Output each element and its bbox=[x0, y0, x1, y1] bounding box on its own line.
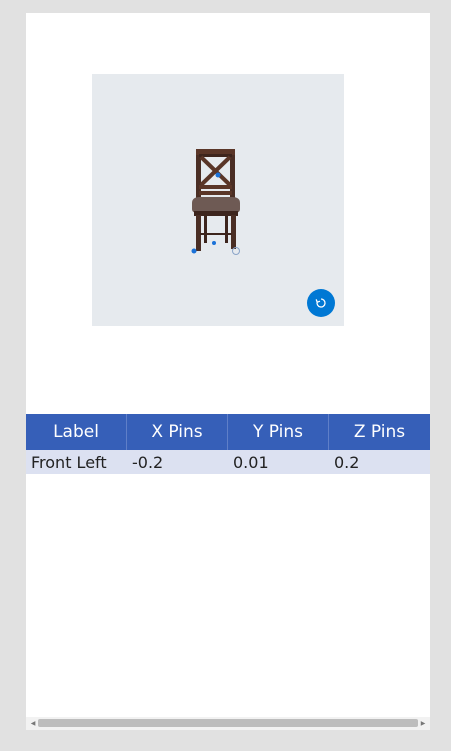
cell-label: Front Left bbox=[31, 452, 107, 472]
cell-y-pins: 0.01 bbox=[233, 452, 269, 472]
column-header-y-pins[interactable]: Y Pins bbox=[228, 414, 329, 450]
pin-marker bbox=[215, 172, 221, 178]
cell-z-pins: 0.2 bbox=[334, 452, 360, 472]
arrow-left-icon[interactable]: ◀ bbox=[29, 719, 37, 728]
app-canvas: Label X Pins Y Pins Z Pins Front Left -0… bbox=[26, 13, 430, 730]
column-header-z-pins[interactable]: Z Pins bbox=[329, 414, 430, 450]
column-header-label[interactable]: Label bbox=[26, 414, 127, 450]
arrow-right-icon[interactable]: ▶ bbox=[419, 719, 427, 728]
pin-marker bbox=[191, 248, 197, 254]
reset-view-icon bbox=[315, 298, 326, 308]
pin-marker bbox=[212, 241, 216, 245]
pins-table: Label X Pins Y Pins Z Pins Front Left -0… bbox=[26, 414, 430, 474]
scrollbar-thumb[interactable] bbox=[38, 719, 418, 727]
chair-model[interactable] bbox=[188, 147, 248, 257]
column-header-x-pins[interactable]: X Pins bbox=[127, 414, 228, 450]
3d-viewer[interactable] bbox=[92, 74, 344, 326]
reset-view-button[interactable] bbox=[307, 289, 335, 317]
horizontal-scrollbar[interactable]: ◀ ▶ bbox=[26, 717, 430, 730]
table-row[interactable]: Front Left -0.2 0.01 0.2 bbox=[26, 450, 430, 474]
cell-x-pins: -0.2 bbox=[132, 452, 164, 472]
table-header: Label X Pins Y Pins Z Pins bbox=[26, 414, 430, 450]
